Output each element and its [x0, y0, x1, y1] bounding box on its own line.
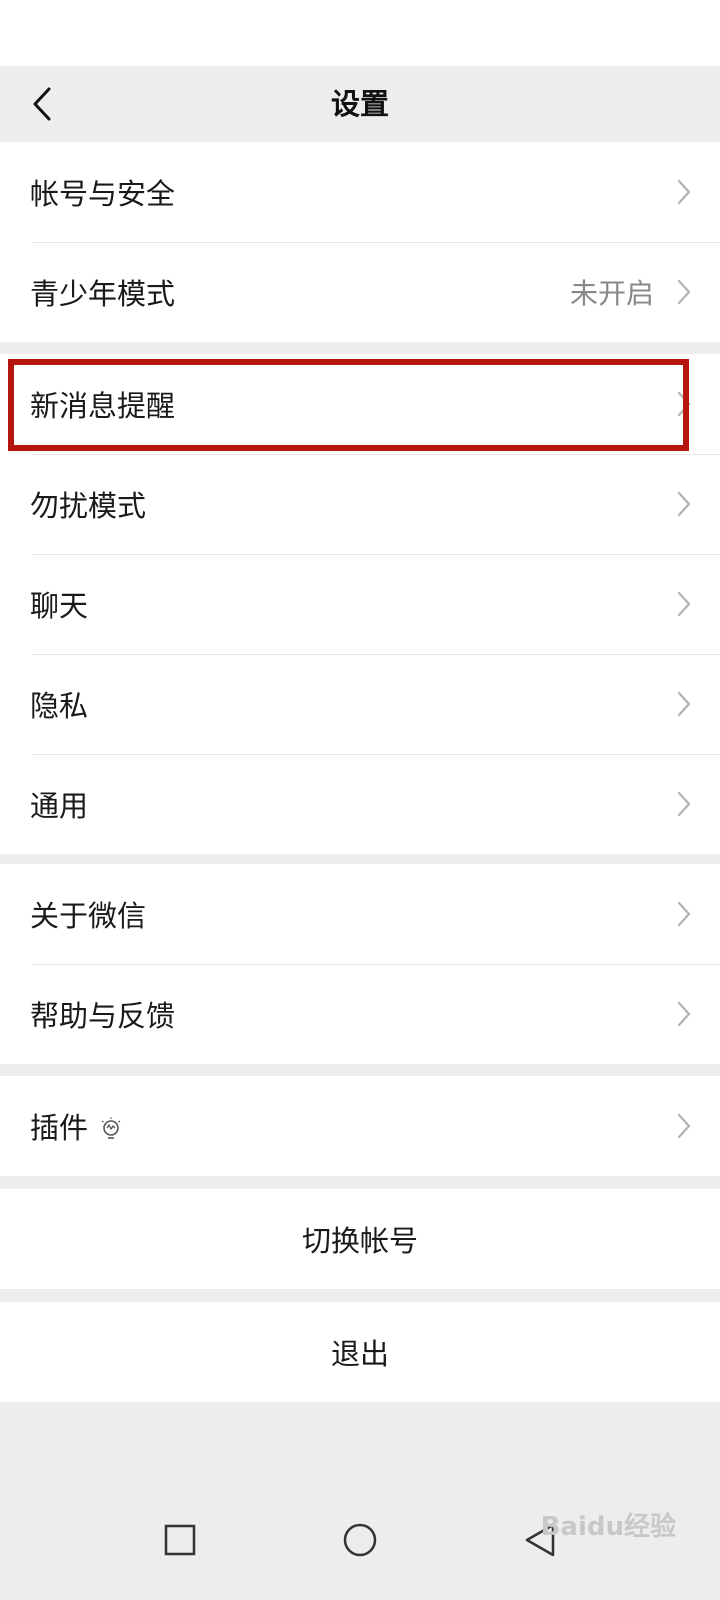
settings-item-about-wechat[interactable]: 关于微信	[0, 864, 720, 964]
settings-group-general: 新消息提醒 勿扰模式 聊天 隐私 通用	[0, 354, 720, 854]
settings-group-account: 帐号与安全 青少年模式 未开启	[0, 142, 720, 342]
nav-bar: 设置	[0, 66, 720, 142]
settings-item-label: 帐号与安全	[30, 177, 176, 211]
home-button[interactable]	[336, 1516, 384, 1564]
chevron-left-icon	[33, 87, 51, 121]
settings-item-new-message-notify[interactable]: 新消息提醒	[0, 354, 720, 454]
chevron-right-icon	[677, 791, 691, 817]
settings-item-privacy[interactable]: 隐私	[0, 654, 720, 754]
settings-item-general[interactable]: 通用	[0, 754, 720, 854]
chevron-right-icon	[677, 279, 691, 305]
square-icon	[164, 1524, 196, 1556]
settings-item-label: 通用	[30, 789, 89, 823]
settings-item-label: 新消息提醒	[30, 389, 176, 423]
chevron-right-icon	[677, 901, 691, 927]
settings-item-value: 未开启	[569, 277, 654, 310]
chevron-right-icon	[677, 591, 691, 617]
settings-item-help-feedback[interactable]: 帮助与反馈	[0, 964, 720, 1064]
settings-item-chat[interactable]: 聊天	[0, 554, 720, 654]
chevron-right-icon	[677, 391, 691, 417]
chevron-right-icon	[677, 691, 691, 717]
logout-button[interactable]: 退出	[0, 1302, 720, 1402]
system-back-button[interactable]	[516, 1516, 564, 1564]
back-button[interactable]	[18, 80, 66, 128]
settings-item-do-not-disturb[interactable]: 勿扰模式	[0, 454, 720, 554]
settings-item-teen-mode[interactable]: 青少年模式 未开启	[0, 242, 720, 342]
settings-item-label: 关于微信	[30, 899, 147, 933]
chevron-right-icon	[677, 1113, 691, 1139]
system-navigation-bar	[0, 1480, 720, 1600]
settings-item-label: 勿扰模式	[30, 489, 147, 523]
settings-item-label: 聊天	[30, 589, 89, 623]
settings-group-plugins: 插件	[0, 1076, 720, 1176]
triangle-back-icon	[525, 1523, 555, 1557]
switch-account-button[interactable]: 切换帐号	[0, 1189, 720, 1289]
chevron-right-icon	[677, 179, 691, 205]
settings-item-label: 帮助与反馈	[30, 999, 176, 1033]
settings-item-label: 插件	[30, 1111, 89, 1145]
settings-item-label: 隐私	[30, 689, 89, 723]
chevron-right-icon	[677, 1001, 691, 1027]
settings-item-label-wrap: 插件	[30, 1105, 122, 1147]
lightbulb-icon	[101, 1117, 121, 1139]
settings-item-label: 青少年模式	[30, 277, 176, 311]
settings-group-about: 关于微信 帮助与反馈	[0, 864, 720, 1064]
settings-item-account-security[interactable]: 帐号与安全	[0, 142, 720, 242]
settings-item-plugins[interactable]: 插件	[0, 1076, 720, 1176]
circle-icon	[343, 1523, 377, 1557]
status-bar	[0, 0, 720, 66]
page-title: 设置	[330, 87, 389, 121]
chevron-right-icon	[677, 491, 691, 517]
recents-button[interactable]	[156, 1516, 204, 1564]
